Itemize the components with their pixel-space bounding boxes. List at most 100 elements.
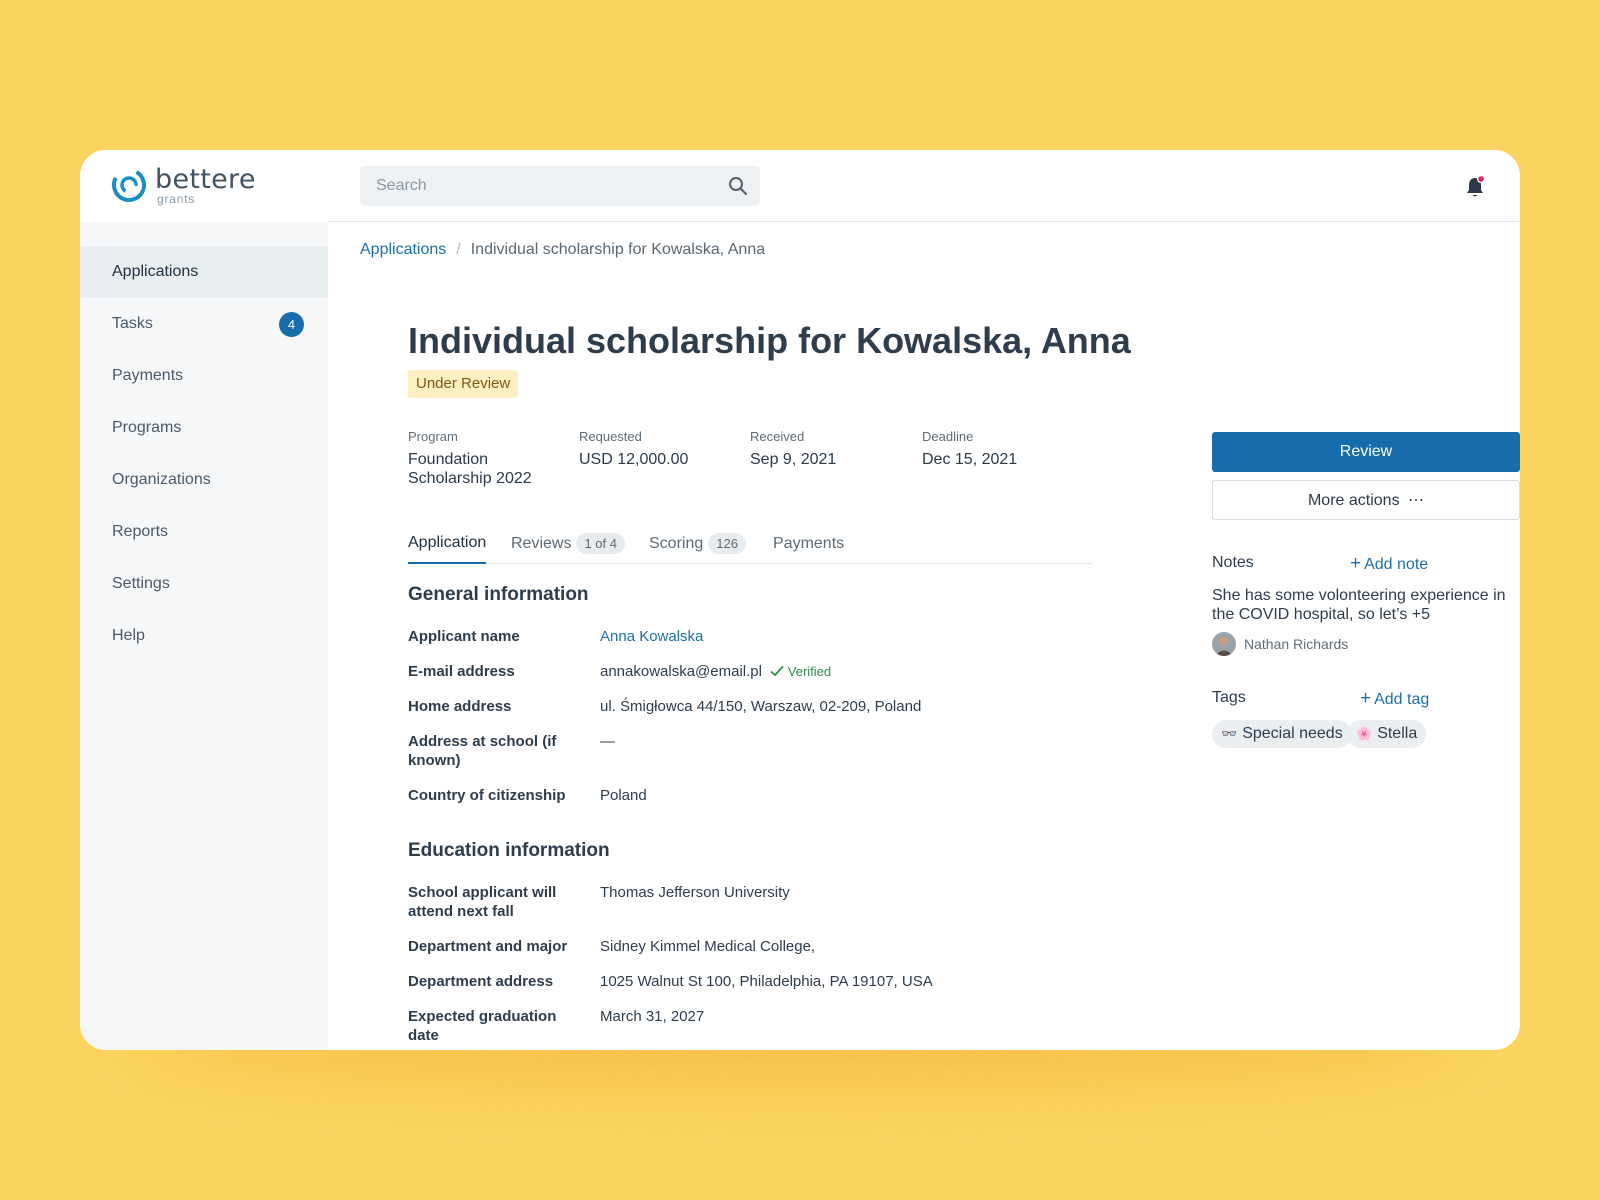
add-note-button[interactable]: + Add note bbox=[1350, 553, 1428, 575]
sidebar-nav: Applications Tasks 4 Payments Programs O… bbox=[80, 246, 328, 662]
brand-name: bettere bbox=[155, 164, 256, 195]
plus-icon: + bbox=[1360, 688, 1372, 709]
scoring-count-badge: 126 bbox=[708, 533, 746, 554]
breadcrumb-link-applications[interactable]: Applications bbox=[360, 241, 446, 259]
note-text: She has some volonteering experience in … bbox=[1212, 587, 1506, 623]
sidebar-item-label: Tasks bbox=[112, 315, 153, 332]
more-actions-button[interactable]: More actions ⋯ bbox=[1212, 480, 1520, 520]
note-author: Nathan Richards bbox=[1212, 632, 1348, 656]
review-button[interactable]: Review bbox=[1212, 432, 1520, 472]
tab-bar: Application Reviews 1 of 4 Scoring 126 P… bbox=[408, 523, 1092, 564]
sidebar-item-reports[interactable]: Reports bbox=[80, 506, 328, 558]
tab-reviews[interactable]: Reviews 1 of 4 bbox=[511, 523, 625, 564]
meta-requested: Requested USD 12,000.00 bbox=[579, 429, 739, 469]
more-actions-label: More actions bbox=[1307, 492, 1400, 509]
field-label: E-mail address bbox=[408, 663, 515, 680]
graduation-date-value: March 31, 2027 bbox=[600, 1008, 705, 1025]
sidebar-item-tasks[interactable]: Tasks 4 bbox=[80, 298, 328, 350]
sidebar-item-label: Programs bbox=[112, 419, 182, 436]
field-label: Department and major bbox=[408, 938, 568, 955]
tasks-count-badge: 4 bbox=[279, 312, 304, 337]
meta-value: USD 12,000.00 bbox=[579, 451, 689, 468]
email-value: annakowalska@email.pl Verified bbox=[600, 662, 831, 681]
meta-value: Foundation Scholarship 2022 bbox=[408, 451, 532, 487]
tab-label: Application bbox=[408, 533, 487, 551]
sidebar-item-settings[interactable]: Settings bbox=[80, 558, 328, 610]
author-avatar-image bbox=[1212, 632, 1236, 656]
notes-heading: Notes bbox=[1212, 554, 1254, 571]
logo-icon bbox=[112, 168, 146, 202]
sidebar-item-label: Settings bbox=[112, 575, 170, 592]
verified-label: Verified bbox=[787, 664, 832, 679]
tags-heading: Tags bbox=[1212, 689, 1246, 706]
sidebar-item-label: Reports bbox=[112, 523, 169, 540]
app-window: bettere grants Applications Tasks 4 Paym… bbox=[80, 150, 1520, 1050]
field-label: Department address bbox=[408, 973, 554, 990]
check-icon bbox=[770, 665, 784, 677]
meta-label: Deadline bbox=[922, 429, 974, 444]
school-address-value: — bbox=[600, 733, 615, 750]
sidebar-item-applications[interactable]: Applications bbox=[80, 246, 328, 298]
breadcrumb-separator: / bbox=[456, 241, 461, 258]
meta-label: Received bbox=[750, 429, 805, 444]
sidebar-item-help[interactable]: Help bbox=[80, 610, 328, 662]
reviews-count-badge: 1 of 4 bbox=[576, 533, 625, 554]
general-info-heading: General information bbox=[408, 584, 589, 605]
verified-badge: Verified bbox=[770, 664, 831, 679]
field-label: Expected graduation date bbox=[408, 1008, 557, 1044]
meta-received: Received Sep 9, 2021 bbox=[750, 429, 910, 469]
department-address-value: 1025 Walnut St 100, Philadelphia, PA 191… bbox=[600, 973, 933, 990]
tag-label: Special needs bbox=[1242, 725, 1343, 742]
breadcrumb-current: Individual scholarship for Kowalska, Ann… bbox=[470, 241, 766, 258]
breadcrumb: Applications / Individual scholarship fo… bbox=[360, 241, 765, 259]
meta-label: Program bbox=[408, 429, 458, 444]
plus-icon: + bbox=[1350, 553, 1362, 574]
meta-program: Program Foundation Scholarship 2022 bbox=[408, 429, 568, 488]
tab-scoring[interactable]: Scoring 126 bbox=[649, 523, 746, 564]
tab-label: Reviews bbox=[511, 534, 572, 552]
status-badge: Under Review bbox=[408, 370, 519, 398]
email-text: annakowalska@email.pl bbox=[600, 663, 762, 680]
meta-value: Sep 9, 2021 bbox=[750, 451, 837, 468]
sidebar-item-label: Applications bbox=[112, 263, 199, 280]
glasses-icon: 👓 bbox=[1221, 726, 1238, 741]
applicant-name-link[interactable]: Anna Kowalska bbox=[600, 627, 703, 646]
sidebar-item-programs[interactable]: Programs bbox=[80, 402, 328, 454]
more-dots-icon: ⋯ bbox=[1408, 492, 1425, 509]
search-icon[interactable] bbox=[728, 176, 748, 196]
notification-bell-icon[interactable] bbox=[1464, 175, 1486, 199]
author-avatar bbox=[1212, 632, 1236, 656]
sidebar-item-payments[interactable]: Payments bbox=[80, 350, 328, 402]
tag-special-needs[interactable]: 👓 Special needs bbox=[1212, 720, 1352, 748]
field-label: Country of citizenship bbox=[408, 787, 566, 804]
school-value: Thomas Jefferson University bbox=[600, 884, 790, 901]
sidebar-item-label: Payments bbox=[112, 367, 184, 384]
logo[interactable]: bettere grants bbox=[80, 150, 328, 222]
search-input[interactable] bbox=[360, 166, 760, 206]
tag-label: Stella bbox=[1377, 725, 1418, 742]
author-name: Nathan Richards bbox=[1244, 636, 1349, 652]
tab-label: Payments bbox=[773, 534, 845, 552]
add-tag-button[interactable]: + Add tag bbox=[1360, 688, 1429, 710]
meta-value: Dec 15, 2021 bbox=[922, 451, 1018, 468]
sidebar: bettere grants Applications Tasks 4 Paym… bbox=[80, 150, 328, 1050]
home-address-value: ul. Śmigłowca 44/150, Warszaw, 02-209, P… bbox=[600, 698, 922, 715]
tag-stella[interactable]: 🌸 Stella bbox=[1347, 720, 1427, 748]
tab-application[interactable]: Application bbox=[408, 523, 487, 564]
sidebar-item-organizations[interactable]: Organizations bbox=[80, 454, 328, 506]
add-note-label: Add note bbox=[1364, 556, 1429, 573]
flower-icon: 🌸 bbox=[1356, 726, 1373, 741]
tab-payments[interactable]: Payments bbox=[773, 523, 844, 564]
tab-label: Scoring bbox=[649, 534, 704, 552]
meta-label: Requested bbox=[579, 429, 642, 444]
department-major-value: Sidney Kimmel Medical College, bbox=[600, 938, 816, 955]
field-label: Applicant name bbox=[408, 628, 520, 645]
brand-tagline: grants bbox=[157, 192, 196, 206]
sidebar-item-label: Help bbox=[112, 627, 145, 644]
top-bar bbox=[328, 150, 1520, 222]
meta-deadline: Deadline Dec 15, 2021 bbox=[922, 429, 1082, 469]
sidebar-item-label: Organizations bbox=[112, 471, 211, 488]
page-title: Individual scholarship for Kowalska, Ann… bbox=[408, 320, 1131, 361]
education-info-heading: Education information bbox=[408, 840, 610, 861]
field-label: Address at school (if known) bbox=[408, 733, 557, 769]
